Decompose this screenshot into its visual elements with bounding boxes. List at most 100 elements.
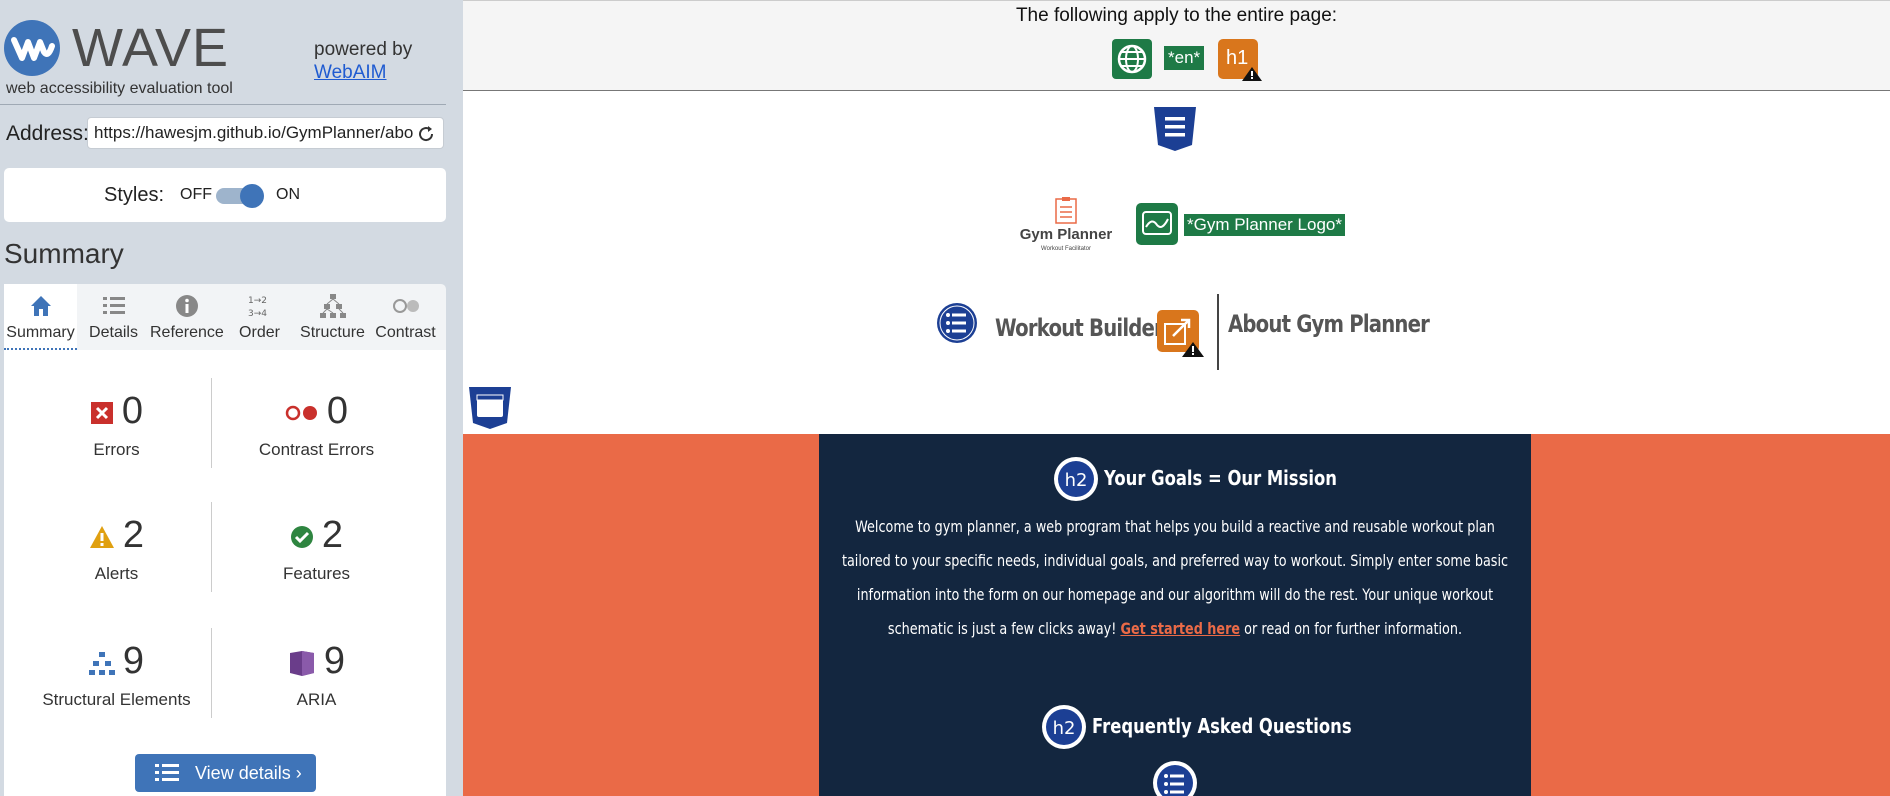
- get-started-link[interactable]: Get started here: [1120, 619, 1240, 638]
- view-details-label: View details ›: [195, 763, 302, 783]
- webaim-link[interactable]: WebAIM: [314, 62, 387, 84]
- alerts-count-row: 2: [14, 514, 219, 557]
- styles-off-label: OFF: [180, 186, 212, 203]
- tab-structure[interactable]: Structure: [296, 284, 369, 350]
- para-text: or read on for further information.: [1240, 619, 1463, 638]
- site-navigation: Workout Builder About Gym Planner: [463, 290, 1890, 370]
- structure-icon: [320, 294, 346, 318]
- tab-label: Contrast: [375, 324, 436, 341]
- hero-card: h2 Your Goals = Our Mission Welcome to g…: [819, 434, 1531, 796]
- features-count: 2: [321, 514, 344, 556]
- errors-stat[interactable]: 0 Errors: [14, 370, 219, 480]
- gym-planner-logo: Gym Planner Workout Facilitator: [1011, 196, 1121, 256]
- image-alt-icon[interactable]: [1136, 203, 1178, 245]
- wave-sidebar: WAVE web accessibility evaluation tool p…: [0, 0, 463, 796]
- divider: [211, 378, 212, 468]
- svg-text:1→2: 1→2: [248, 296, 267, 306]
- structural-count: 9: [122, 640, 145, 682]
- logo-title: Gym Planner: [1019, 226, 1113, 243]
- nav-separator: [1217, 294, 1219, 370]
- faq-heading: Frequently Asked Questions: [1092, 714, 1352, 738]
- svg-text:h2: h2: [1065, 470, 1088, 491]
- contrast-errors-label: Contrast Errors: [258, 440, 375, 459]
- tab-contrast[interactable]: Contrast: [369, 284, 442, 350]
- list-feature-icon[interactable]: [1152, 760, 1198, 796]
- home-icon: [31, 296, 51, 316]
- list-icon: [155, 764, 179, 781]
- divider: [0, 104, 446, 105]
- image-alt-text: *Gym Planner Logo*: [1184, 214, 1345, 236]
- h2-heading-icon[interactable]: h2: [1053, 456, 1099, 502]
- toggle-knob: [240, 184, 264, 208]
- errors-count: 0: [121, 390, 144, 432]
- panel-tabs: Summary Details Reference 1→2 3→4 Order: [4, 284, 446, 350]
- tab-summary[interactable]: Summary: [4, 284, 77, 350]
- wave-logo-icon: [4, 20, 60, 76]
- contrast-icon: [393, 299, 419, 313]
- structure-icon: [88, 651, 115, 675]
- structural-stat[interactable]: 9 Structural Elements: [14, 620, 219, 730]
- order-icon: 1→2 3→4: [248, 296, 267, 319]
- h1-alert-icon[interactable]: h1: [1218, 39, 1262, 81]
- styles-toggle-panel: Styles: OFF ON: [4, 168, 446, 222]
- svg-text:h2: h2: [1053, 718, 1076, 739]
- contrast-errors-count: 0: [326, 390, 349, 432]
- tab-label: Order: [239, 324, 280, 341]
- alerts-stat[interactable]: 2 Alerts: [14, 494, 219, 604]
- tab-label: Summary: [6, 324, 75, 341]
- summary-stats-panel: 0 Errors 0 Contrast Errors 2 Alerts 2 Fe…: [4, 350, 446, 796]
- styles-label: Styles:: [104, 184, 165, 206]
- styles-on-label: ON: [276, 186, 300, 203]
- wave-header: WAVE web accessibility evaluation tool p…: [0, 0, 463, 105]
- contrast-error-icon: [285, 405, 317, 421]
- features-stat[interactable]: 2 Features: [214, 494, 419, 604]
- contrast-count-row: 0: [214, 390, 419, 433]
- redundant-link-alert-icon[interactable]: [1157, 310, 1205, 358]
- language-label: *en*: [1164, 46, 1205, 70]
- address-input[interactable]: [87, 117, 444, 149]
- aria-header-landmark-icon[interactable]: [1152, 105, 1198, 153]
- wave-wordmark: WAVE: [72, 18, 230, 78]
- error-icon: [90, 401, 113, 424]
- svg-text:3→4: 3→4: [248, 309, 267, 319]
- features-count-row: 2: [214, 514, 419, 557]
- view-details-button[interactable]: View details ›: [135, 754, 316, 792]
- features-label: Features: [282, 564, 351, 583]
- tab-reference[interactable]: Reference: [150, 284, 224, 350]
- tab-details[interactable]: Details: [77, 284, 150, 350]
- tab-order[interactable]: 1→2 3→4 Order: [223, 284, 296, 350]
- aria-stat[interactable]: 9 ARIA: [214, 620, 419, 730]
- alerts-label: Alerts: [94, 564, 139, 583]
- divider: [211, 502, 212, 592]
- hero-paragraph: Welcome to gym planner, a web program th…: [831, 510, 1519, 646]
- aria-label: ARIA: [296, 690, 337, 709]
- divider: [211, 628, 212, 718]
- contrast-errors-stat[interactable]: 0 Contrast Errors: [214, 370, 419, 480]
- refresh-icon[interactable]: [416, 124, 436, 144]
- list-icon: [103, 297, 125, 314]
- alert-icon: [89, 525, 114, 548]
- address-bar: Address:: [0, 114, 463, 152]
- evaluated-page: The following apply to the entire page: …: [463, 0, 1890, 796]
- language-globe-icon[interactable]: [1112, 39, 1152, 79]
- aria-count: 9: [323, 640, 346, 682]
- aria-main-landmark-icon[interactable]: [467, 385, 513, 431]
- nav-link-workout-builder[interactable]: Workout Builder: [995, 314, 1164, 342]
- tab-label: Details: [89, 324, 138, 341]
- alerts-count: 2: [122, 514, 145, 556]
- errors-count-row: 0: [14, 390, 219, 433]
- structural-label: Structural Elements: [42, 690, 191, 709]
- tab-label: Structure: [300, 324, 365, 341]
- banner-text: The following apply to the entire page:: [1015, 5, 1338, 26]
- hero-heading: Your Goals = Our Mission: [1104, 466, 1337, 490]
- wave-tagline: web accessibility evaluation tool: [6, 80, 233, 97]
- structural-count-row: 9: [14, 640, 219, 683]
- aria-icon: [289, 650, 314, 676]
- nav-link-about[interactable]: About Gym Planner: [1228, 310, 1430, 338]
- errors-label: Errors: [93, 440, 140, 459]
- styles-toggle-switch[interactable]: [212, 184, 264, 208]
- list-feature-icon[interactable]: [936, 302, 978, 344]
- info-icon: [176, 295, 198, 317]
- aria-count-row: 9: [214, 640, 419, 683]
- h2-heading-icon[interactable]: h2: [1041, 704, 1087, 750]
